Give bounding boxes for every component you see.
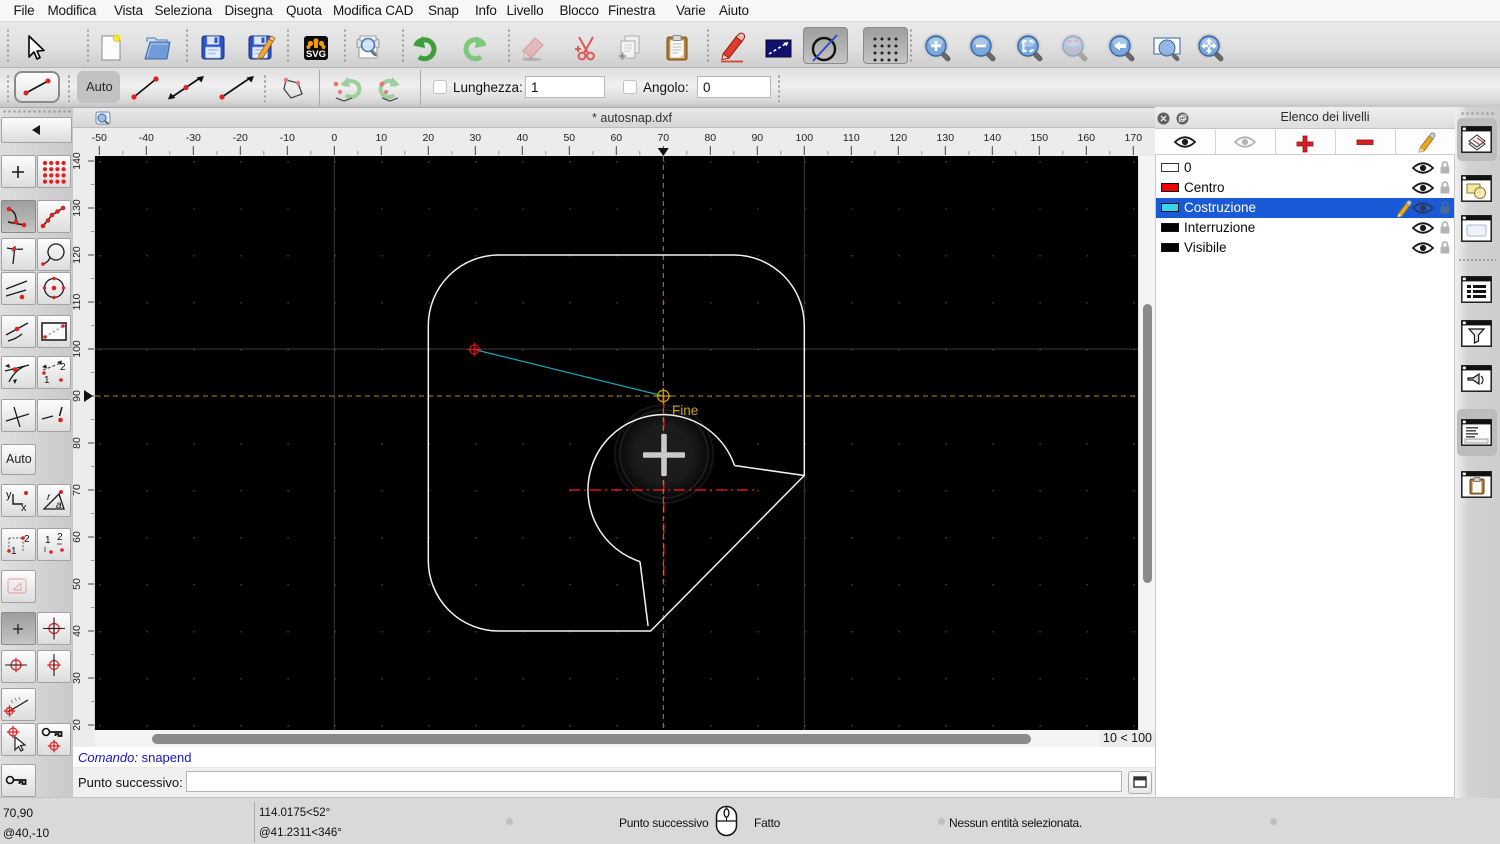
- svg-text:60: 60: [610, 132, 622, 144]
- svg-text:140: 140: [71, 152, 83, 170]
- svg-text:100: 100: [796, 132, 814, 144]
- svg-text:1: 1: [44, 375, 50, 386]
- svg-text:170: 170: [1125, 132, 1143, 144]
- svg-text:120: 120: [71, 246, 83, 264]
- svg-text:-20: -20: [233, 132, 248, 144]
- svg-text:a: a: [56, 500, 62, 511]
- svg-text:-50: -50: [92, 132, 107, 144]
- svg-text:130: 130: [71, 199, 83, 217]
- svg-text:110: 110: [843, 132, 860, 144]
- svg-text:30: 30: [71, 672, 83, 684]
- svg-text:150: 150: [1031, 132, 1049, 144]
- svg-text:110: 110: [71, 293, 83, 310]
- svg-text:0: 0: [331, 132, 337, 144]
- svg-text:60: 60: [71, 531, 83, 543]
- svg-text:90: 90: [751, 132, 763, 144]
- svg-text:50: 50: [563, 132, 575, 144]
- svg-text:120: 120: [890, 132, 908, 144]
- svg-text:70: 70: [657, 132, 669, 144]
- svg-text:1: 1: [11, 546, 17, 557]
- svg-text:y: y: [6, 489, 12, 501]
- svg-text:1: 1: [45, 535, 51, 546]
- svg-text:160: 160: [1078, 132, 1096, 144]
- svg-text:100: 100: [71, 340, 83, 358]
- svg-text:90: 90: [71, 390, 83, 402]
- svg-text:-10: -10: [280, 132, 295, 144]
- svg-text:-30: -30: [186, 132, 201, 144]
- svg-text:2: 2: [60, 362, 66, 373]
- svg-text:SVG: SVG: [306, 49, 326, 60]
- svg-text:r: r: [47, 492, 51, 503]
- svg-text:2: 2: [24, 534, 30, 545]
- svg-text:70: 70: [71, 484, 83, 496]
- svg-text:2: 2: [57, 532, 63, 543]
- svg-text:130: 130: [937, 132, 955, 144]
- svg-text:20: 20: [422, 132, 434, 144]
- svg-text:140: 140: [984, 132, 1002, 144]
- svg-text:-40: -40: [139, 132, 154, 144]
- svg-text:40: 40: [516, 132, 528, 144]
- svg-text:10: 10: [375, 132, 387, 144]
- svg-text:80: 80: [71, 437, 83, 449]
- svg-text:50: 50: [71, 578, 83, 590]
- svg-text:30: 30: [469, 132, 481, 144]
- svg-text:40: 40: [71, 625, 83, 637]
- svg-text:Fine: Fine: [672, 403, 698, 418]
- svg-text:80: 80: [704, 132, 716, 144]
